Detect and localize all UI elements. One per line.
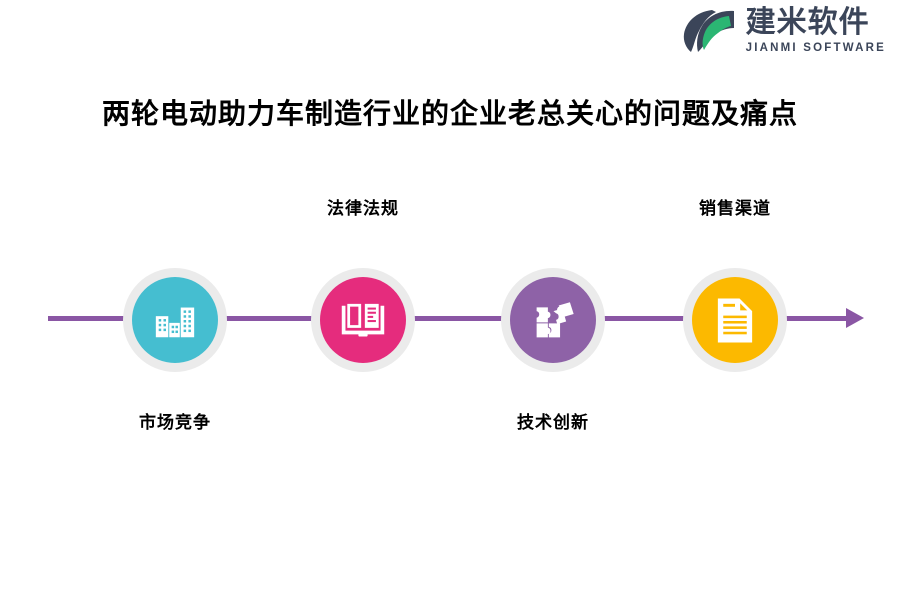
- puzzle-pieces-icon: [531, 298, 576, 343]
- timeline-node-2[interactable]: [311, 268, 415, 372]
- node-disc: [132, 277, 218, 363]
- document-icon: [715, 297, 755, 344]
- node-disc: [510, 277, 596, 363]
- timeline-arrow-icon: [846, 308, 864, 328]
- open-book-icon: [339, 300, 387, 341]
- timeline-node-label-1: 市场竞争: [139, 413, 211, 433]
- node-disc: [320, 277, 406, 363]
- timeline-node-4[interactable]: [683, 268, 787, 372]
- node-disc: [692, 277, 778, 363]
- buildings-icon: [152, 297, 198, 343]
- timeline-node-1[interactable]: [123, 268, 227, 372]
- timeline-diagram: 市场竞争 法律法规 技术创新 销售渠道: [0, 0, 900, 600]
- timeline-node-label-4: 销售渠道: [699, 199, 771, 219]
- timeline-node-label-2: 法律法规: [327, 199, 399, 219]
- timeline-node-label-3: 技术创新: [517, 413, 589, 433]
- timeline-node-3[interactable]: [501, 268, 605, 372]
